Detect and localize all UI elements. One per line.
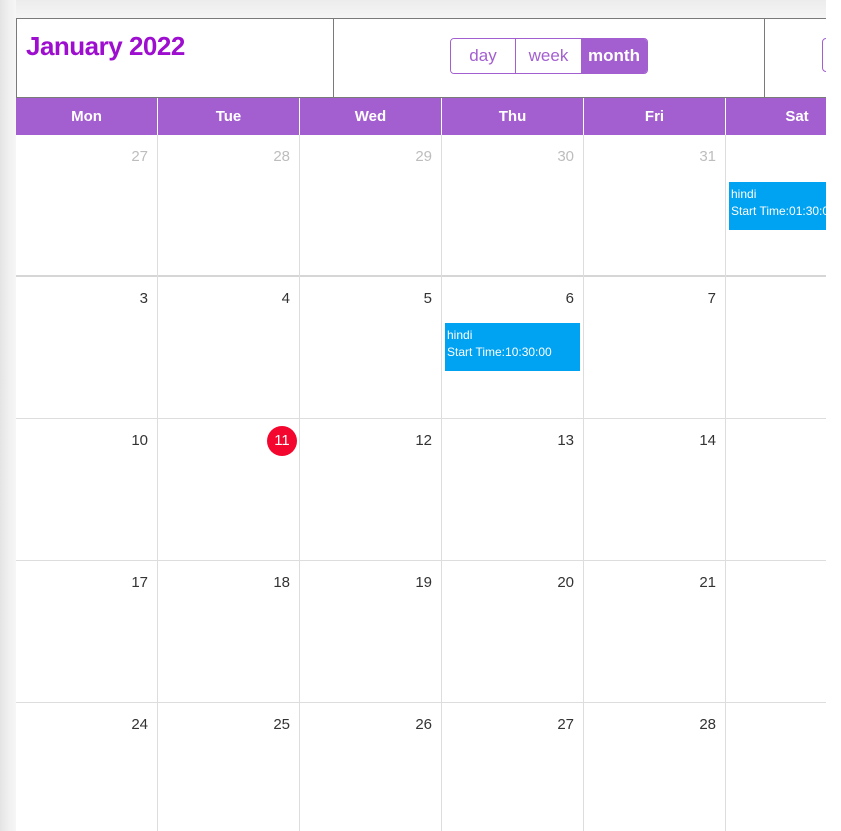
day-cell[interactable]: 6 hindi Start Time:10:30:00 bbox=[442, 277, 584, 419]
day-number: 27 bbox=[131, 148, 148, 165]
page-edge-right bbox=[826, 0, 841, 831]
day-cell[interactable]: 12 bbox=[300, 419, 442, 561]
event-time: Start Time:01:30:00 bbox=[731, 204, 826, 218]
page-shadow-top bbox=[0, 0, 841, 18]
day-number: 18 bbox=[273, 574, 290, 591]
weekday-thu: Thu bbox=[442, 98, 584, 135]
day-cell[interactable]: 13 bbox=[442, 419, 584, 561]
day-cell[interactable]: 17 bbox=[16, 561, 158, 703]
day-number: 3 bbox=[139, 290, 148, 307]
today-marker: 11 bbox=[267, 426, 297, 456]
day-cell[interactable]: 21 bbox=[584, 561, 726, 703]
view-switcher: day week month bbox=[450, 38, 648, 74]
day-number: 17 bbox=[131, 574, 148, 591]
day-number: 29 bbox=[415, 148, 432, 165]
day-number: 31 bbox=[699, 148, 716, 165]
weekday-sat: Sat bbox=[785, 108, 809, 125]
day-cell[interactable] bbox=[726, 419, 826, 561]
day-cell[interactable] bbox=[726, 277, 826, 419]
day-number: 4 bbox=[281, 290, 290, 307]
weekday-mon: Mon bbox=[16, 98, 158, 135]
weekday-wed: Wed bbox=[300, 98, 442, 135]
day-number: 28 bbox=[273, 148, 290, 165]
day-cell[interactable]: 7 bbox=[584, 277, 726, 419]
day-cell[interactable]: 27 bbox=[16, 135, 158, 277]
day-number: 21 bbox=[699, 574, 716, 591]
toolbar-right bbox=[764, 19, 826, 99]
day-cell[interactable]: 10 bbox=[16, 419, 158, 561]
day-number: 7 bbox=[707, 290, 716, 307]
day-cell[interactable]: 4 bbox=[158, 277, 300, 419]
page-shadow-left bbox=[0, 0, 16, 831]
event-hindi-sat[interactable]: hindi Start Time:01:30:00 bbox=[729, 182, 826, 230]
day-cell[interactable]: 28 bbox=[584, 703, 726, 831]
week-view-button[interactable]: week bbox=[516, 39, 581, 73]
day-cell[interactable]: 29 bbox=[300, 135, 442, 277]
day-number: 27 bbox=[557, 716, 574, 733]
day-number: 30 bbox=[557, 148, 574, 165]
weekday-fri: Fri bbox=[584, 98, 726, 135]
day-cell[interactable]: 25 bbox=[158, 703, 300, 831]
event-title: hindi bbox=[731, 187, 757, 201]
week-row: 10 11 12 13 14 bbox=[16, 419, 826, 561]
day-cell[interactable]: 11 bbox=[158, 419, 300, 561]
weekday-tue: Tue bbox=[158, 98, 300, 135]
day-cell[interactable]: 30 bbox=[442, 135, 584, 277]
day-number: 6 bbox=[565, 290, 574, 307]
day-cell[interactable]: 5 bbox=[300, 277, 442, 419]
day-cell[interactable]: 3 bbox=[16, 277, 158, 419]
day-cell[interactable]: 31 bbox=[584, 135, 726, 277]
event-time: Start Time:10:30:00 bbox=[447, 345, 552, 359]
day-number: 25 bbox=[273, 716, 290, 733]
day-cell[interactable]: 28 bbox=[158, 135, 300, 277]
day-number: 26 bbox=[415, 716, 432, 733]
week-row: 3 4 5 6 hindi Start Time:10:30:00 7 bbox=[16, 277, 826, 419]
weekday-header: Mon Tue Wed Thu Fri Sat bbox=[16, 98, 826, 135]
day-cell[interactable]: 24 bbox=[16, 703, 158, 831]
day-cell[interactable]: 20 bbox=[442, 561, 584, 703]
day-view-button[interactable]: day bbox=[451, 39, 516, 73]
day-number: 13 bbox=[557, 432, 574, 449]
day-cell[interactable]: 18 bbox=[158, 561, 300, 703]
event-title: hindi bbox=[447, 328, 473, 342]
event-hindi-thu[interactable]: hindi Start Time:10:30:00 bbox=[445, 323, 580, 371]
day-cell[interactable] bbox=[726, 703, 826, 831]
day-number: 10 bbox=[131, 432, 148, 449]
day-cell[interactable]: 26 bbox=[300, 703, 442, 831]
month-title: January 2022 bbox=[26, 31, 185, 61]
day-number: 19 bbox=[415, 574, 432, 591]
week-row: 27 28 29 30 31 hindi Start Time:01:30:00 bbox=[16, 135, 826, 277]
month-view-button[interactable]: month bbox=[581, 39, 647, 73]
day-cell[interactable] bbox=[726, 561, 826, 703]
day-number: 12 bbox=[415, 432, 432, 449]
day-cell[interactable]: 19 bbox=[300, 561, 442, 703]
day-cell[interactable]: 27 bbox=[442, 703, 584, 831]
day-cell[interactable]: 14 bbox=[584, 419, 726, 561]
day-number: 20 bbox=[557, 574, 574, 591]
toolbar-left: January 2022 bbox=[16, 19, 334, 99]
day-number: 14 bbox=[699, 432, 716, 449]
calendar: January 2022 day week month Mon Tue Wed … bbox=[16, 18, 826, 831]
day-cell[interactable]: hindi Start Time:01:30:00 bbox=[726, 135, 826, 277]
day-number: 5 bbox=[423, 290, 432, 307]
week-row: 17 18 19 20 21 bbox=[16, 561, 826, 703]
day-number: 28 bbox=[699, 716, 716, 733]
day-number: 24 bbox=[131, 716, 148, 733]
calendar-toolbar: January 2022 day week month bbox=[16, 18, 826, 99]
week-row: 24 25 26 27 28 bbox=[16, 703, 826, 831]
